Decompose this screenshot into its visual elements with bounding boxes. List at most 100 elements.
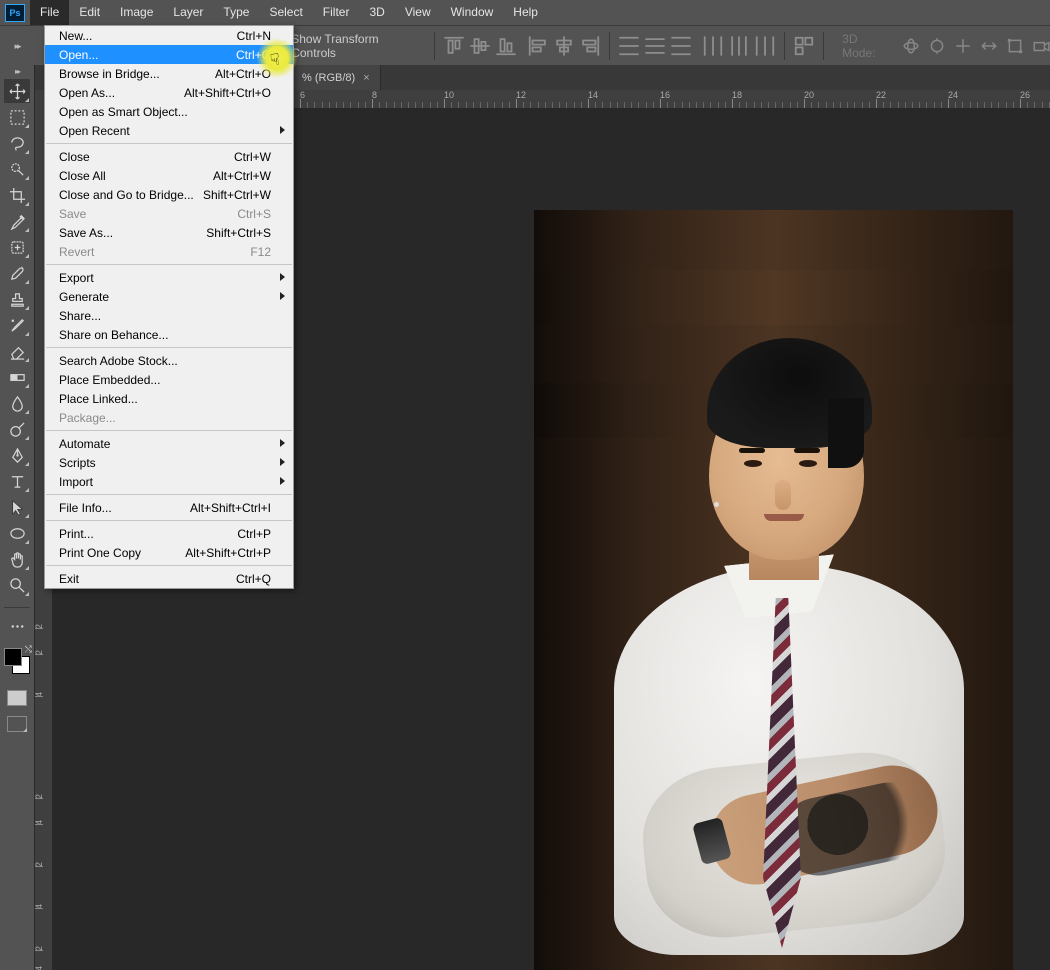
dist-vcenter-icon[interactable] bbox=[644, 35, 666, 57]
dist-left-icon[interactable] bbox=[702, 35, 724, 57]
file-menu-place-embedded[interactable]: Place Embedded... bbox=[45, 370, 293, 389]
file-menu-print[interactable]: Print...Ctrl+P bbox=[45, 524, 293, 543]
patch-tool[interactable] bbox=[4, 235, 30, 259]
file-menu-file-info[interactable]: File Info...Alt+Shift+Ctrl+I bbox=[45, 498, 293, 517]
3d-scale-icon[interactable] bbox=[1006, 37, 1024, 55]
stamp-tool[interactable] bbox=[4, 287, 30, 311]
screen-mode-button[interactable] bbox=[7, 716, 27, 732]
ruler-tick: 4 bbox=[34, 820, 52, 825]
quick-select-tool[interactable] bbox=[4, 157, 30, 181]
submenu-arrow-icon bbox=[280, 273, 285, 281]
dist-right-icon[interactable] bbox=[754, 35, 776, 57]
path-select-tool[interactable] bbox=[4, 495, 30, 519]
menu-item-shortcut: Alt+Shift+Ctrl+P bbox=[185, 546, 271, 560]
menu-item-shortcut: Ctrl+O bbox=[236, 48, 271, 62]
menu-window[interactable]: Window bbox=[441, 0, 504, 25]
pen-tool[interactable] bbox=[4, 443, 30, 467]
menu-select[interactable]: Select bbox=[259, 0, 312, 25]
dist-top-icon[interactable] bbox=[618, 35, 640, 57]
file-menu-place-linked[interactable]: Place Linked... bbox=[45, 389, 293, 408]
dist-bottom-icon[interactable] bbox=[670, 35, 692, 57]
distribute-group-2 bbox=[702, 35, 776, 57]
dodge-tool[interactable] bbox=[4, 417, 30, 441]
toolbox-collapse-toggle[interactable]: ▸▸ bbox=[0, 65, 34, 77]
hand-tool[interactable] bbox=[4, 547, 30, 571]
menu-item-label: Import bbox=[59, 475, 93, 489]
file-menu-import[interactable]: Import bbox=[45, 472, 293, 491]
menu-filter[interactable]: Filter bbox=[313, 0, 360, 25]
menu-view[interactable]: View bbox=[395, 0, 441, 25]
menu-type[interactable]: Type bbox=[213, 0, 259, 25]
gradient-tool[interactable] bbox=[4, 365, 30, 389]
edit-toolbar-button[interactable] bbox=[4, 614, 30, 638]
file-menu-save-as[interactable]: Save As...Shift+Ctrl+S bbox=[45, 223, 293, 242]
file-menu-share-on-behance[interactable]: Share on Behance... bbox=[45, 325, 293, 344]
align-top-icon[interactable] bbox=[443, 35, 465, 57]
crop-tool[interactable] bbox=[4, 183, 30, 207]
3d-pan-icon[interactable] bbox=[954, 37, 972, 55]
file-menu-exit[interactable]: ExitCtrl+Q bbox=[45, 569, 293, 588]
align-right-icon[interactable] bbox=[579, 35, 601, 57]
brush-tool[interactable] bbox=[4, 261, 30, 285]
eraser-tool[interactable] bbox=[4, 339, 30, 363]
file-menu-open[interactable]: Open...Ctrl+O bbox=[45, 45, 293, 64]
menu-item-label: Open As... bbox=[59, 86, 115, 100]
file-menu-open-recent[interactable]: Open Recent bbox=[45, 121, 293, 140]
swap-colors-icon[interactable]: ⤭ bbox=[25, 644, 32, 655]
file-menu-close-all[interactable]: Close AllAlt+Ctrl+W bbox=[45, 166, 293, 185]
ruler-tick: 18 bbox=[732, 90, 742, 108]
menu-help[interactable]: Help bbox=[503, 0, 548, 25]
dist-hcenter-icon[interactable] bbox=[728, 35, 750, 57]
align-hcenter-icon[interactable] bbox=[553, 35, 575, 57]
ellipse-tool[interactable] bbox=[4, 521, 30, 545]
color-swatches[interactable]: ⤭ bbox=[2, 646, 32, 676]
file-menu-new[interactable]: New...Ctrl+N bbox=[45, 26, 293, 45]
file-menu-automate[interactable]: Automate bbox=[45, 434, 293, 453]
foreground-color-swatch[interactable] bbox=[4, 648, 22, 666]
file-menu-open-as-smart-object[interactable]: Open as Smart Object... bbox=[45, 102, 293, 121]
document-tab[interactable]: % (RGB/8) × bbox=[292, 65, 381, 90]
auto-align-icon[interactable] bbox=[793, 35, 815, 57]
type-tool[interactable] bbox=[4, 469, 30, 493]
file-menu-browse-in-bridge[interactable]: Browse in Bridge...Alt+Ctrl+O bbox=[45, 64, 293, 83]
3d-roll-icon[interactable] bbox=[928, 37, 946, 55]
menu-item-label: Place Linked... bbox=[59, 392, 138, 406]
zoom-tool[interactable] bbox=[4, 573, 30, 597]
toolbox-expand-toggle[interactable]: ▸▸ bbox=[0, 25, 34, 67]
3d-orbit-icon[interactable] bbox=[902, 37, 920, 55]
move-tool[interactable] bbox=[4, 79, 30, 103]
menu-image[interactable]: Image bbox=[110, 0, 163, 25]
file-menu-print-one-copy[interactable]: Print One CopyAlt+Shift+Ctrl+P bbox=[45, 543, 293, 562]
options-transform-label: Show Transform Controls bbox=[291, 32, 426, 60]
file-menu-search-adobe-stock[interactable]: Search Adobe Stock... bbox=[45, 351, 293, 370]
auto-align-group bbox=[793, 35, 815, 57]
3d-slide-icon[interactable] bbox=[980, 37, 998, 55]
file-menu-export[interactable]: Export bbox=[45, 268, 293, 287]
distribute-group-1 bbox=[618, 35, 692, 57]
lasso-tool[interactable] bbox=[4, 131, 30, 155]
file-menu-generate[interactable]: Generate bbox=[45, 287, 293, 306]
file-menu-open-as[interactable]: Open As...Alt+Shift+Ctrl+O bbox=[45, 83, 293, 102]
eyedropper-tool[interactable] bbox=[4, 209, 30, 233]
menu-3d[interactable]: 3D bbox=[359, 0, 394, 25]
menu-layer[interactable]: Layer bbox=[163, 0, 213, 25]
align-bottom-icon[interactable] bbox=[495, 35, 517, 57]
history-brush-tool[interactable] bbox=[4, 313, 30, 337]
blur-tool[interactable] bbox=[4, 391, 30, 415]
close-icon[interactable]: × bbox=[363, 72, 369, 84]
3d-camera-icon[interactable] bbox=[1032, 37, 1050, 55]
file-menu-close-and-go-to-bridge[interactable]: Close and Go to Bridge...Shift+Ctrl+W bbox=[45, 185, 293, 204]
rect-marquee-tool[interactable] bbox=[4, 105, 30, 129]
menu-edit[interactable]: Edit bbox=[69, 0, 110, 25]
menu-item-label: File Info... bbox=[59, 501, 112, 515]
align-left-icon[interactable] bbox=[527, 35, 549, 57]
align-vcenter-icon[interactable] bbox=[469, 35, 491, 57]
file-menu-close[interactable]: CloseCtrl+W bbox=[45, 147, 293, 166]
ruler-tick: 4 bbox=[34, 904, 52, 909]
menu-item-shortcut: Shift+Ctrl+S bbox=[206, 226, 271, 240]
menu-file[interactable]: File bbox=[30, 0, 69, 25]
quick-mask-toggle[interactable] bbox=[7, 690, 27, 706]
file-menu-share[interactable]: Share... bbox=[45, 306, 293, 325]
file-menu-scripts[interactable]: Scripts bbox=[45, 453, 293, 472]
menu-item-shortcut: Ctrl+N bbox=[237, 29, 271, 43]
